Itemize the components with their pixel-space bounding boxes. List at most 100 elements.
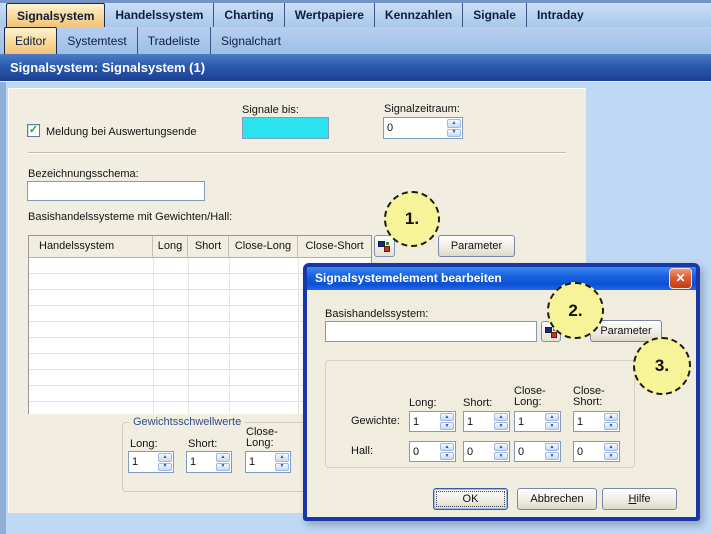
stepper-value: 1 xyxy=(515,412,544,431)
annotation-step-3: 3. xyxy=(633,337,691,395)
stepper-value: 0 xyxy=(384,118,446,138)
tab-signale[interactable]: Signale xyxy=(462,3,526,27)
stepper-up-button[interactable]: ▲ xyxy=(545,443,559,451)
stepper-down-button[interactable]: ▼ xyxy=(440,452,454,460)
column-divider xyxy=(298,258,299,414)
stepper-up-button[interactable]: ▲ xyxy=(494,413,508,421)
stepper-up-button[interactable]: ▲ xyxy=(494,443,508,451)
stepper-up-button[interactable]: ▲ xyxy=(275,453,289,462)
threshold-close-long-label: Close-Long: xyxy=(246,427,292,449)
threshold-long-label: Long: xyxy=(130,438,158,450)
tab-label: Systemtest xyxy=(67,34,126,48)
col-long-label: Long: xyxy=(409,397,437,409)
parameter-button[interactable]: Parameter xyxy=(438,235,515,257)
meldung-checkbox[interactable]: ✓ xyxy=(27,124,40,137)
tab-tradeliste[interactable]: Tradeliste xyxy=(137,27,210,54)
stepper-value: 0 xyxy=(515,442,544,461)
tab-label: Signale xyxy=(473,8,516,22)
tab-label: Kennzahlen xyxy=(385,8,452,22)
stepper-up-button[interactable]: ▲ xyxy=(440,443,454,451)
signalsystemelement-dialog: Signalsystemelement bearbeiten ✕ Basisha… xyxy=(303,263,700,521)
help-button[interactable]: Hilfe xyxy=(602,488,677,510)
stepper-down-button[interactable]: ▼ xyxy=(158,463,172,472)
annotation-step-2: 2. xyxy=(547,282,604,339)
stepper-down-button[interactable]: ▼ xyxy=(275,463,289,472)
stepper-value: 1 xyxy=(464,412,493,431)
meldung-checkbox-label: Meldung bei Auswertungsende xyxy=(46,126,196,138)
tab-charting[interactable]: Charting xyxy=(213,3,283,27)
stepper-down-button[interactable]: ▼ xyxy=(604,422,618,430)
tab-label: Signalchart xyxy=(221,34,281,48)
stepper-up-button[interactable]: ▲ xyxy=(158,453,172,462)
column-header-handelssystem[interactable]: Handelssystem xyxy=(29,236,153,257)
close-icon: ✕ xyxy=(675,271,685,285)
signalzeitraum-stepper[interactable]: 0▲▼ xyxy=(383,117,463,139)
cancel-button[interactable]: Abbrechen xyxy=(517,488,597,510)
stepper-up-button[interactable]: ▲ xyxy=(440,413,454,421)
col-close-long-label: Close-Long: xyxy=(514,386,560,408)
stepper-up-button[interactable]: ▲ xyxy=(447,119,461,128)
tab-kennzahlen[interactable]: Kennzahlen xyxy=(374,3,462,27)
stepper-down-button[interactable]: ▼ xyxy=(494,452,508,460)
basishandelssystem-label: Basishandelssystem: xyxy=(325,308,428,320)
gewichte-short-stepper[interactable]: 1▲▼ xyxy=(463,411,510,432)
stepper-down-button[interactable]: ▼ xyxy=(604,452,618,460)
stepper-up-button[interactable]: ▲ xyxy=(604,443,618,451)
bezeichnungsschema-label: Bezeichnungsschema: xyxy=(28,168,139,180)
tab-label: Tradeliste xyxy=(148,34,200,48)
stepper-value: 1 xyxy=(574,412,603,431)
tab-label: Editor xyxy=(15,34,46,48)
threshold-long-stepper[interactable]: 1▲▼ xyxy=(128,451,174,473)
stepper-down-button[interactable]: ▼ xyxy=(440,422,454,430)
tab-editor[interactable]: Editor xyxy=(4,27,57,54)
col-close-short-label: Close-Short: xyxy=(573,386,619,408)
stepper-up-button[interactable]: ▲ xyxy=(604,413,618,421)
stepper-up-button[interactable]: ▲ xyxy=(545,413,559,421)
signale-bis-label: Signale bis: xyxy=(242,104,299,116)
column-header-close-short[interactable]: Close-Short xyxy=(298,236,371,257)
tab-intraday[interactable]: Intraday xyxy=(526,3,594,27)
tab-systemtest[interactable]: Systemtest xyxy=(57,27,136,54)
gewichte-close-long-stepper[interactable]: 1▲▼ xyxy=(514,411,561,432)
tab-label: Handelssystem xyxy=(115,8,203,22)
tab-wertpapiere[interactable]: Wertpapiere xyxy=(284,3,374,27)
basishandelssystem-input[interactable] xyxy=(325,321,537,342)
stepper-value: 1 xyxy=(246,452,274,472)
bezeichnungsschema-input[interactable] xyxy=(27,181,205,201)
stepper-value: 0 xyxy=(574,442,603,461)
dialog-title[interactable]: Signalsystemelement bearbeiten xyxy=(307,267,696,290)
stepper-value: 1 xyxy=(187,452,215,472)
column-divider xyxy=(153,258,154,414)
stepper-down-button[interactable]: ▼ xyxy=(494,422,508,430)
sub-tab-bar: Editor Systemtest Tradeliste Signalchart xyxy=(0,27,711,54)
stepper-value: 1 xyxy=(410,412,439,431)
stepper-down-button[interactable]: ▼ xyxy=(216,463,230,472)
stepper-up-button[interactable]: ▲ xyxy=(216,453,230,462)
threshold-short-stepper[interactable]: 1▲▼ xyxy=(186,451,232,473)
tab-label: Charting xyxy=(224,8,273,22)
hall-long-stepper[interactable]: 0▲▼ xyxy=(409,441,456,462)
tab-signalchart[interactable]: Signalchart xyxy=(210,27,291,54)
close-button[interactable]: ✕ xyxy=(669,268,692,289)
col-short-label: Short: xyxy=(463,397,492,409)
threshold-close-long-stepper[interactable]: 1▲▼ xyxy=(245,451,291,473)
weights-group: Long: Short: Close-Long: Close-Short: Ge… xyxy=(325,360,635,468)
hall-close-short-stepper[interactable]: 0▲▼ xyxy=(573,441,620,462)
gewichte-long-stepper[interactable]: 1▲▼ xyxy=(409,411,456,432)
tab-label: Wertpapiere xyxy=(295,8,364,22)
signale-bis-input[interactable] xyxy=(242,117,329,139)
column-header-close-long[interactable]: Close-Long xyxy=(229,236,298,257)
hall-short-stepper[interactable]: 0▲▼ xyxy=(463,441,510,462)
signalzeitraum-label: Signalzeitraum: xyxy=(384,103,460,115)
app-window: Signalsystem Handelssystem Charting Wert… xyxy=(0,0,711,534)
hall-close-long-stepper[interactable]: 0▲▼ xyxy=(514,441,561,462)
tab-signalsystem[interactable]: Signalsystem xyxy=(6,3,105,27)
stepper-down-button[interactable]: ▼ xyxy=(545,452,559,460)
stepper-down-button[interactable]: ▼ xyxy=(545,422,559,430)
column-header-short[interactable]: Short xyxy=(188,236,229,257)
column-header-long[interactable]: Long xyxy=(153,236,188,257)
gewichte-close-short-stepper[interactable]: 1▲▼ xyxy=(573,411,620,432)
stepper-down-button[interactable]: ▼ xyxy=(447,129,461,138)
ok-button[interactable]: OK xyxy=(433,488,508,510)
tab-handelssystem[interactable]: Handelssystem xyxy=(105,3,213,27)
